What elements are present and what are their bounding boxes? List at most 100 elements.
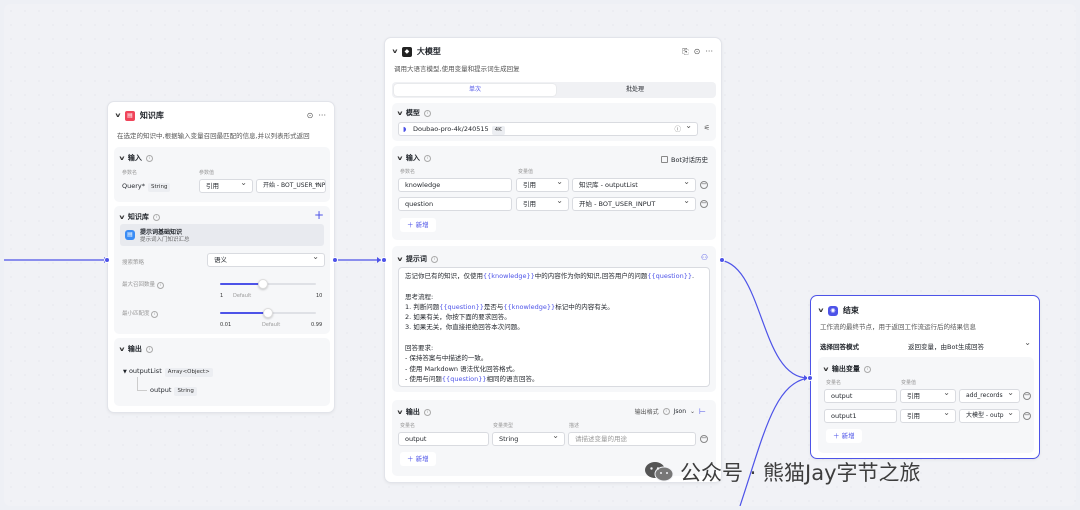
chevron-down-icon[interactable]: v xyxy=(397,409,402,416)
prompt-text: 中的内容作为你的知识,回答用户的问题 xyxy=(534,272,648,280)
var-name-input[interactable]: output1 xyxy=(824,409,897,423)
input-port[interactable] xyxy=(381,257,387,263)
workflow-canvas[interactable]: v ▤ 知识库 ⊙ ··· 在选定的知识中,根据输入变量召回最匹配的信息,并以列… xyxy=(4,4,1076,506)
tab-batch[interactable]: 批处理 xyxy=(556,84,714,96)
node-desc: 工作流的最终节点，用于返回工作流运行后的结果信息 xyxy=(820,323,976,331)
copy-icon[interactable]: ⎘ xyxy=(682,47,688,57)
section-header: v 输出 i xyxy=(119,344,153,354)
output-type-select[interactable]: String xyxy=(492,432,565,446)
prompt-text: 3. 如果无关，你直接拒绝回答本次问题。 xyxy=(405,323,524,332)
add-kb-icon[interactable]: + xyxy=(314,208,324,222)
chevron-down-icon[interactable]: ⌄ xyxy=(1024,338,1031,347)
type-tag: String xyxy=(174,387,197,396)
value-select[interactable]: 开始 - BOT_USER_INPUT xyxy=(572,197,696,211)
chevron-down-icon[interactable]: v xyxy=(119,155,124,162)
ref-select[interactable]: 引用 xyxy=(900,389,956,403)
ref-select[interactable]: 引用 xyxy=(516,178,569,192)
history-checkbox[interactable] xyxy=(661,155,668,163)
slider-fill xyxy=(220,283,263,285)
prompt-variable: {{question}} xyxy=(647,272,692,280)
output-child-var: output String xyxy=(150,386,197,396)
slider-knob[interactable] xyxy=(263,308,273,318)
output-port[interactable] xyxy=(719,257,725,263)
chevron-down-icon[interactable]: v xyxy=(818,307,823,314)
add-output-button[interactable]: ＋ 新增 xyxy=(400,452,436,466)
info-icon[interactable]: ⓘ xyxy=(675,123,682,135)
chevron-down-icon[interactable]: ⌄ xyxy=(685,123,692,132)
section-header: v 输入 i xyxy=(397,153,431,163)
format-select[interactable]: Json xyxy=(674,408,686,415)
output-desc-input[interactable]: 请描述变量的用途 xyxy=(568,432,696,446)
watermark: 公众号 · 熊猫Jay字节之旅 xyxy=(644,457,921,487)
kb-item[interactable]: ▤ 提示词基础知识 提示词入门知识汇总 xyxy=(120,224,324,246)
input-port[interactable] xyxy=(104,257,110,263)
var-name: outputList xyxy=(128,367,162,375)
chevron-down-icon[interactable]: v xyxy=(119,346,124,353)
chevron-down-icon[interactable]: v xyxy=(115,112,120,119)
prompt-line: - 使用 Markdown 语法优化回答格式。 xyxy=(405,364,703,374)
ref-select[interactable]: 引用 xyxy=(900,409,956,423)
param-name-input[interactable]: question xyxy=(398,197,512,211)
kb-item-desc: 提示词入门知识汇总 xyxy=(140,237,190,243)
var-name-input[interactable]: output xyxy=(824,389,897,403)
section-header: v 提示词 i xyxy=(397,254,438,264)
add-input-button[interactable]: ＋ 新增 xyxy=(400,218,436,232)
node-actions: ⎘ ⊙ ··· xyxy=(682,47,713,57)
caret-down-icon[interactable]: ▼ xyxy=(123,369,127,375)
chevron-down-icon[interactable]: ⌄ xyxy=(690,408,695,415)
expand-icon[interactable]: ⊢ xyxy=(699,407,706,416)
slider-knob[interactable] xyxy=(257,279,268,289)
remove-icon[interactable]: − xyxy=(700,435,708,443)
remove-icon[interactable]: − xyxy=(1023,412,1031,420)
run-icon[interactable]: ⊙ xyxy=(307,111,314,120)
value-select[interactable]: add_records xyxy=(959,389,1020,403)
section-header: v 知识库 i xyxy=(119,212,160,222)
value-select[interactable]: 知识库 - outputList xyxy=(572,178,696,192)
more-icon[interactable]: ··· xyxy=(705,47,713,57)
knowledge-node[interactable]: v ▤ 知识库 ⊙ ··· 在选定的知识中,根据输入变量召回最匹配的信息,并以列… xyxy=(107,101,335,413)
info-icon: i xyxy=(151,311,159,318)
chevron-down-icon[interactable]: v xyxy=(397,155,402,162)
history-toggle[interactable]: Bot对话历史 xyxy=(661,154,708,164)
strategy-select[interactable]: 语义 xyxy=(207,253,325,267)
chevron-down-icon[interactable]: v xyxy=(392,48,397,55)
section-title: 模型 xyxy=(405,109,420,117)
value-select[interactable]: 开始 - BOT_USER_INPUT xyxy=(256,179,326,193)
remove-icon[interactable]: − xyxy=(700,181,708,189)
min-score-slider[interactable] xyxy=(220,308,316,318)
run-icon[interactable]: ⊙ xyxy=(694,47,701,57)
end-node[interactable]: v ◉ 结束 工作流的最终节点，用于返回工作流运行后的结果信息 选择回答模式 返… xyxy=(810,295,1040,459)
chevron-down-icon[interactable]: v xyxy=(823,366,828,373)
mode-value: 返回变量，由Bot生成回答 xyxy=(908,343,984,351)
type-tag: String xyxy=(148,183,171,192)
node-desc: 调用大语言模型,使用变量和提示词生成回复 xyxy=(394,65,520,73)
chevron-down-icon[interactable]: v xyxy=(397,256,402,263)
add-var-button[interactable]: ＋ 新增 xyxy=(826,429,862,443)
col-header-value: 变量值 xyxy=(901,380,917,386)
remove-icon[interactable]: − xyxy=(700,200,708,208)
model-select[interactable]: ◗ Doubao-pro-4k/240515 4K ⓘ ⌄ xyxy=(398,122,698,136)
settings-icon[interactable]: ⚟ xyxy=(704,124,710,132)
chevron-down-icon[interactable]: v xyxy=(119,214,124,221)
ref-select[interactable]: 引用 xyxy=(199,179,253,193)
prompt-editor[interactable]: 忘记你已有的知识，仅使用{{knowledge}}中的内容作为你的知识,回答用户… xyxy=(398,267,710,387)
node-desc: 在选定的知识中,根据输入变量召回最匹配的信息,并以列表形式返回 xyxy=(117,132,310,140)
var-name: output xyxy=(150,386,172,394)
param-name-input[interactable]: knowledge xyxy=(398,178,512,192)
input-port[interactable] xyxy=(807,375,813,381)
section-title: 输入 xyxy=(127,154,142,162)
mode-tabs: 单次 批处理 xyxy=(392,82,716,98)
prompt-library-icon[interactable]: ⚇ xyxy=(701,253,708,262)
llm-node[interactable]: v ◆ 大模型 ⎘ ⊙ ··· 调用大语言模型,使用变量和提示词生成回复 单次 … xyxy=(384,37,722,483)
tab-single[interactable]: 单次 xyxy=(394,84,556,96)
output-name-input[interactable]: output xyxy=(398,432,489,446)
output-port[interactable] xyxy=(332,257,338,263)
value-select[interactable]: 大模型 - outp xyxy=(959,409,1020,423)
max-recall-slider[interactable] xyxy=(220,279,316,289)
more-icon[interactable]: ··· xyxy=(318,111,326,120)
chevron-down-icon[interactable]: v xyxy=(397,110,402,117)
ref-select[interactable]: 引用 xyxy=(516,197,569,211)
remove-icon[interactable]: − xyxy=(1023,392,1031,400)
info-icon: i xyxy=(423,154,431,162)
mode-select[interactable]: 返回变量，由Bot生成回答 ⌄ xyxy=(908,338,1033,351)
